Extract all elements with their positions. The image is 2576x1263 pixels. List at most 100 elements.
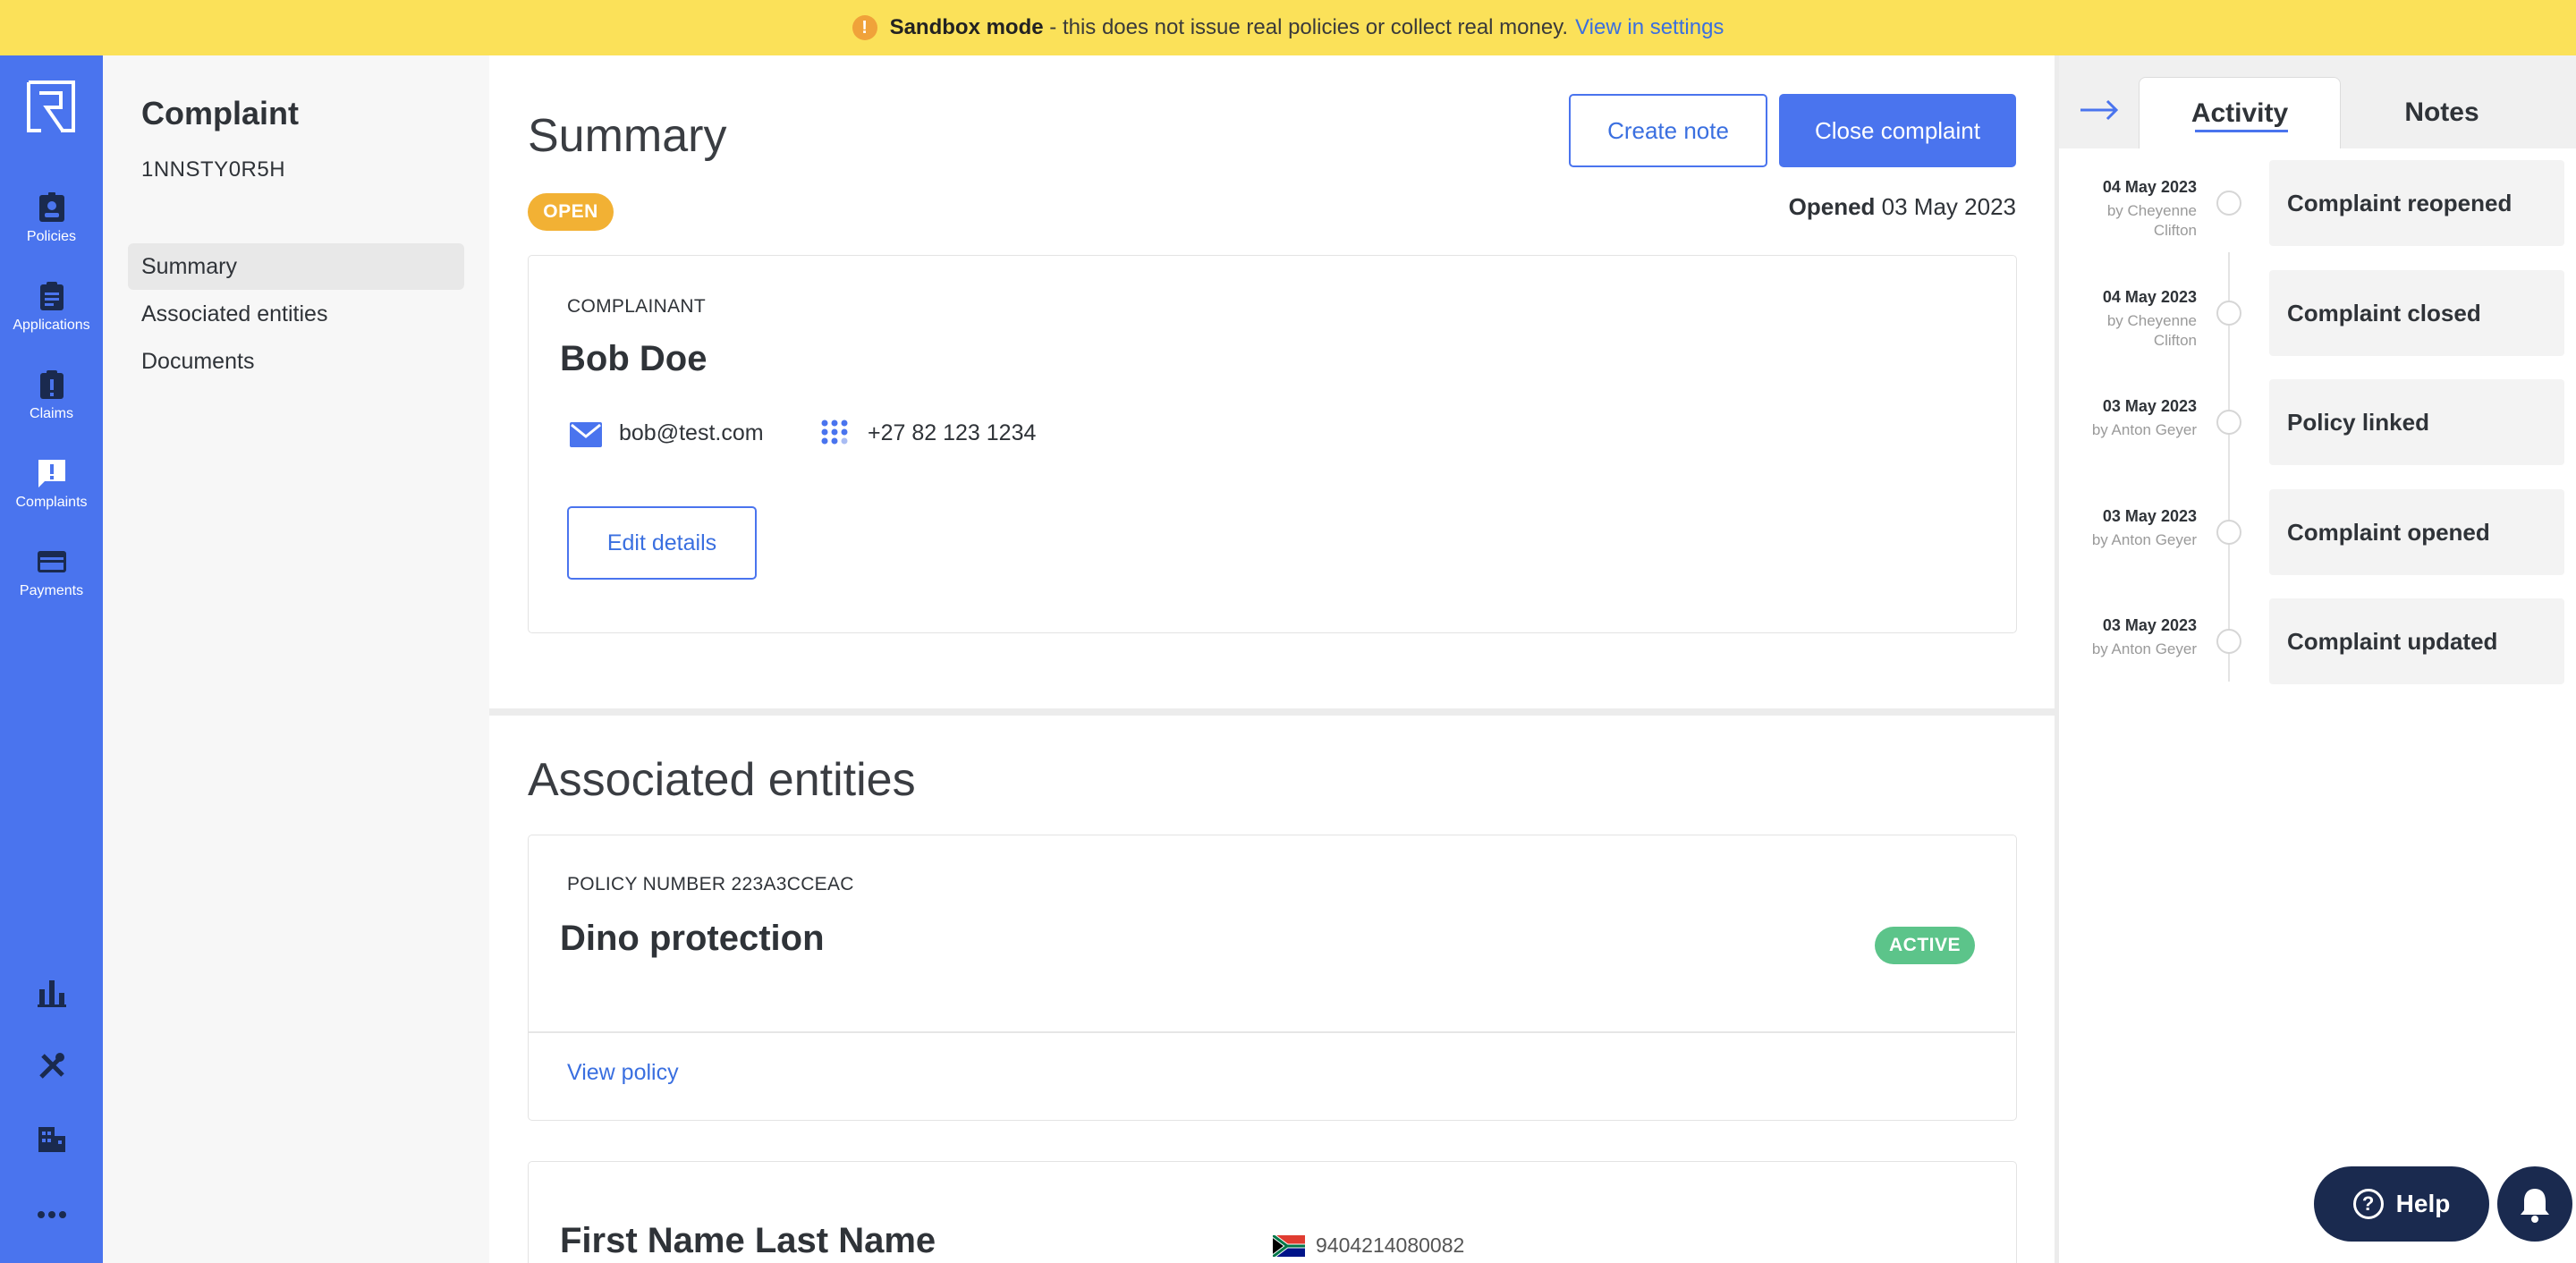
activity-title[interactable]: Policy linked [2269, 379, 2564, 465]
activity-title[interactable]: Complaint opened [2269, 489, 2564, 575]
activity-date: 04 May 2023 [2102, 288, 2197, 306]
policy-card: POLICY NUMBER 223A3CCEAC Dino protection… [528, 835, 2017, 1121]
activity-author: by Anton Geyer [2091, 531, 2197, 548]
organization-button[interactable] [0, 1123, 103, 1156]
rail-item-policies[interactable]: Policies [0, 191, 103, 245]
complainant-phone: +27 82 123 1234 [868, 420, 1037, 445]
main-content: Summary Create note Close complaint OPEN… [489, 55, 2055, 1263]
activity-author: by Anton Geyer [2091, 640, 2197, 657]
email-icon [570, 422, 602, 447]
person-card: First Name Last Name 9404214080082 [528, 1161, 2017, 1263]
more-button[interactable] [0, 1209, 103, 1220]
activity-item: 04 May 2023 by Cheyenne Clifton Complain… [2059, 270, 2576, 356]
status-badge: OPEN [528, 193, 614, 231]
timeline-dot [2216, 191, 2241, 216]
clipboard-alert-icon [39, 370, 64, 399]
tab-activity[interactable]: Activity [2139, 77, 2341, 148]
analytics-button[interactable] [0, 977, 103, 1009]
activity-date: 03 May 2023 [2102, 507, 2197, 525]
activity-title[interactable]: Complaint closed [2269, 270, 2564, 356]
rail-label: Claims [30, 406, 73, 421]
edit-details-button[interactable]: Edit details [567, 506, 757, 580]
id-number: 9404214080082 [1316, 1233, 1465, 1257]
card-divider [529, 1031, 2015, 1033]
activity-item: 03 May 2023 by Anton Geyer Policy linked [2059, 379, 2576, 465]
complainant-card: COMPLAINANT Bob Doe bob@test.com +27 82 … [528, 255, 2017, 633]
clipboard-icon [39, 282, 64, 310]
subnav-item-associated-entities[interactable]: Associated entities [128, 291, 464, 337]
view-policy-link[interactable]: View policy [567, 1060, 679, 1086]
banner-text: - this does not issue real policies or c… [1043, 15, 1569, 39]
logo-icon [27, 81, 75, 132]
more-icon [37, 1211, 66, 1218]
activity-item: 03 May 2023 by Anton Geyer Complaint upd… [2059, 598, 2576, 684]
south-africa-flag-icon [1273, 1235, 1305, 1257]
complaint-subnav: Complaint 1NNSTY0R5H Summary Associated … [103, 55, 489, 1263]
rail-label: Applications [13, 318, 90, 333]
timeline-dot [2216, 410, 2241, 435]
banner-bold: Sandbox mode [889, 15, 1044, 39]
help-label: Help [2395, 1190, 2451, 1217]
rail-item-applications[interactable]: Applications [0, 280, 103, 334]
close-complaint-button[interactable]: Close complaint [1779, 94, 2016, 167]
complainant-label: COMPLAINANT [567, 296, 706, 317]
rail-item-payments[interactable]: Payments [0, 546, 103, 599]
bar-chart-icon [37, 980, 66, 1007]
activity-title[interactable]: Complaint reopened [2269, 160, 2564, 246]
person-name: First Name Last Name [560, 1221, 936, 1260]
activity-date: 04 May 2023 [2102, 178, 2197, 196]
rail-label: Policies [26, 229, 77, 244]
dialpad-icon [821, 420, 848, 445]
warning-icon: ! [852, 15, 877, 40]
subnav-title: Complaint [141, 95, 299, 131]
message-alert-icon [38, 460, 65, 487]
timeline-dot [2216, 520, 2241, 545]
activity-date: 03 May 2023 [2102, 616, 2197, 634]
section-divider [489, 708, 2055, 716]
activity-item: 04 May 2023 by Cheyenne Clifton Complain… [2059, 160, 2576, 246]
activity-title[interactable]: Complaint updated [2269, 598, 2564, 684]
rail-item-claims[interactable]: Claims [0, 369, 103, 422]
rail-item-complaints[interactable]: Complaints [0, 457, 103, 511]
subnav-item-documents[interactable]: Documents [128, 338, 464, 385]
policy-status-badge: ACTIVE [1875, 927, 1975, 964]
activity-author: by Cheyenne Clifton [2106, 202, 2197, 239]
tools-icon [38, 1053, 64, 1079]
panel-tabs: Activity Notes [2059, 55, 2576, 148]
complainant-name: Bob Doe [560, 339, 708, 378]
create-note-button[interactable]: Create note [1569, 94, 1767, 167]
timeline-dot [2216, 301, 2241, 326]
sandbox-banner: ! Sandbox mode - this does not issue rea… [0, 0, 2576, 55]
complainant-email: bob@test.com [619, 420, 764, 445]
activity-item: 03 May 2023 by Anton Geyer Complaint ope… [2059, 489, 2576, 575]
opened-label: Opened [1788, 193, 1876, 220]
badge-icon [38, 192, 64, 222]
policy-name: Dino protection [560, 919, 825, 958]
activity-panel: Activity Notes 04 May 2023 by Cheyenne C… [2055, 55, 2576, 1263]
activity-author: by Anton Geyer [2091, 421, 2197, 438]
tab-activity-label: Activity [2190, 97, 2289, 128]
tools-button[interactable] [0, 1050, 103, 1082]
timeline-dot [2216, 629, 2241, 654]
tab-underline [2195, 130, 2288, 132]
associated-entities-title: Associated entities [528, 754, 916, 806]
activity-author: by Cheyenne Clifton [2106, 312, 2197, 349]
summary-title: Summary [528, 110, 727, 162]
rail-label: Complaints [15, 495, 88, 510]
tab-notes[interactable]: Notes [2341, 77, 2543, 148]
opened-date-value: 03 May 2023 [1875, 193, 2016, 220]
help-button[interactable]: ? Help [2314, 1166, 2489, 1242]
question-icon: ? [2352, 1189, 2384, 1219]
subnav-item-summary[interactable]: Summary [128, 243, 464, 290]
tab-notes-label: Notes [2404, 97, 2479, 127]
bell-icon [2521, 1189, 2549, 1223]
view-in-settings-link[interactable]: View in settings [1575, 15, 1724, 40]
building-icon [38, 1127, 65, 1152]
opened-date: Opened 03 May 2023 [1789, 193, 2016, 221]
credit-card-icon [37, 551, 66, 572]
arrow-right-icon[interactable] [2079, 98, 2120, 122]
notifications-button[interactable] [2497, 1166, 2572, 1242]
complaint-reference: 1NNSTY0R5H [141, 157, 286, 182]
left-rail: Policies Applications Claims Complaints … [0, 55, 103, 1263]
activity-date: 03 May 2023 [2102, 397, 2197, 415]
